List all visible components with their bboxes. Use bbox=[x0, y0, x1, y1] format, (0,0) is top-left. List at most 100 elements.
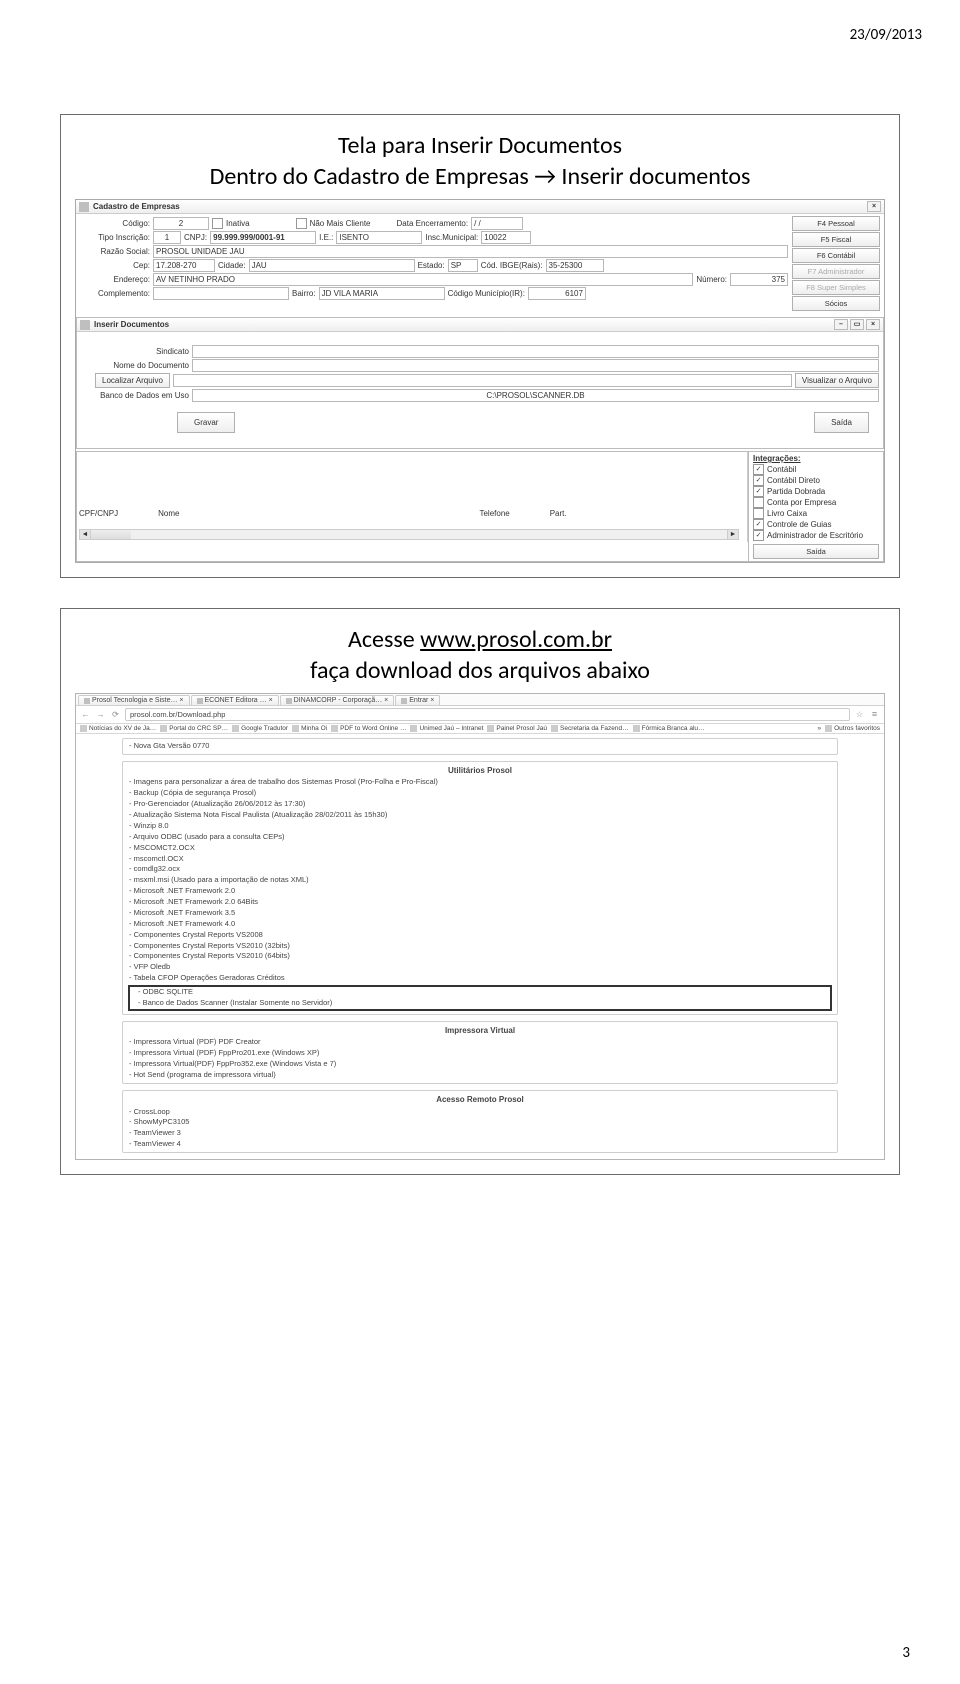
side-button[interactable]: Sócios bbox=[792, 296, 880, 311]
bookmark-item[interactable]: PDF to Word Online … bbox=[331, 725, 406, 732]
field-insc-mun[interactable]: 10022 bbox=[481, 231, 531, 244]
side-button[interactable]: F7 Administrador bbox=[792, 264, 880, 279]
visualizar-arquivo-button[interactable]: Visualizar o Arquivo bbox=[795, 373, 879, 388]
field-banco-uso[interactable]: C:\PROSOL\SCANNER.DB bbox=[192, 389, 879, 402]
field-sindicato[interactable] bbox=[192, 345, 879, 358]
field-codigo[interactable]: 2 bbox=[153, 217, 209, 230]
minimize-icon[interactable]: – bbox=[834, 319, 848, 330]
localizar-arquivo-button[interactable]: Localizar Arquivo bbox=[95, 373, 170, 388]
download-link[interactable]: - Imagens para personalizar a área de tr… bbox=[123, 777, 837, 788]
download-link[interactable]: - TeamViewer 3 bbox=[123, 1128, 837, 1139]
integr-checkbox[interactable]: ✓ bbox=[753, 464, 764, 475]
star-icon[interactable]: ☆ bbox=[854, 709, 865, 720]
other-bookmarks[interactable]: Outros favoritos bbox=[825, 725, 880, 732]
close-icon[interactable]: × bbox=[866, 319, 880, 330]
download-link[interactable]: - Nova Gta Versão 0770 bbox=[123, 741, 837, 752]
integr-checkbox[interactable] bbox=[753, 497, 764, 508]
saida-button[interactable]: Saída bbox=[814, 412, 869, 433]
field-ie[interactable]: ISENTO bbox=[336, 231, 422, 244]
download-link[interactable]: - Impressora Virtual (PDF) FppPro201.exe… bbox=[123, 1048, 837, 1059]
download-link[interactable]: - Pro-Gerenciador (Atualização 26/06/201… bbox=[123, 799, 837, 810]
download-link[interactable]: - ShowMyPC3105 bbox=[123, 1117, 837, 1128]
bookmark-item[interactable]: Google Tradutor bbox=[232, 725, 288, 732]
download-link[interactable]: - TeamViewer 4 bbox=[123, 1139, 837, 1150]
integr-checkbox[interactable] bbox=[753, 508, 764, 519]
integr-checkbox[interactable]: ✓ bbox=[753, 486, 764, 497]
integr-checkbox[interactable]: ✓ bbox=[753, 475, 764, 486]
bookmark-item[interactable]: Portal do CRC SP… bbox=[160, 725, 228, 732]
bookmark-item[interactable]: Painel Prosol Jaú bbox=[487, 725, 547, 732]
download-link[interactable]: - MSCOMCT2.OCX bbox=[123, 843, 837, 854]
field-complemento[interactable] bbox=[153, 287, 289, 300]
browser-tab[interactable]: Entrar × bbox=[395, 695, 440, 705]
scroll-right-icon[interactable]: ► bbox=[727, 530, 738, 539]
field-arquivo-path[interactable] bbox=[173, 374, 792, 387]
field-cep[interactable]: 17.208-270 bbox=[153, 259, 215, 272]
download-link[interactable]: - Winzip 8.0 bbox=[123, 821, 837, 832]
download-link[interactable]: - Impressora Virtual (PDF) PDF Creator bbox=[123, 1037, 837, 1048]
download-link[interactable]: - Componentes Crystal Reports VS2010 (32… bbox=[123, 941, 837, 952]
bookmark-item[interactable]: Unimed Jaú – Intranet bbox=[410, 725, 483, 732]
integr-checkbox[interactable]: ✓ bbox=[753, 519, 764, 530]
slide2-title-link[interactable]: www.prosol.com.br bbox=[420, 625, 612, 654]
bookmark-item[interactable]: Notícias do XV de Ja… bbox=[80, 725, 156, 732]
url-input[interactable]: prosol.com.br/Download.php bbox=[125, 708, 850, 721]
close-icon[interactable]: × bbox=[867, 201, 881, 212]
horizontal-scrollbar[interactable]: ◄ ► bbox=[79, 529, 739, 540]
download-link[interactable]: - Banco de Dados Scanner (Instalar Somen… bbox=[132, 998, 828, 1009]
maximize-icon[interactable]: ▭ bbox=[850, 319, 864, 330]
back-icon[interactable]: ← bbox=[80, 709, 91, 720]
field-bairro[interactable]: JD VILA MARIA bbox=[319, 287, 445, 300]
side-button[interactable]: F6 Contábil bbox=[792, 248, 880, 263]
bookmark-overflow[interactable]: » bbox=[817, 725, 821, 732]
download-link[interactable]: - Componentes Crystal Reports VS2008 bbox=[123, 930, 837, 941]
reload-icon[interactable]: ⟳ bbox=[110, 709, 121, 720]
browser-tab[interactable]: DINAMCORP - Corporaçã… × bbox=[280, 695, 395, 705]
bookmark-item[interactable]: Minha Oi bbox=[292, 725, 327, 732]
side-button[interactable]: F4 Pessoal bbox=[792, 216, 880, 231]
download-link[interactable]: - mscomctl.OCX bbox=[123, 854, 837, 865]
field-cod-mun-ir[interactable]: 6107 bbox=[528, 287, 586, 300]
scroll-thumb[interactable] bbox=[91, 530, 131, 539]
download-link[interactable]: - ODBC SQLITE bbox=[132, 987, 828, 998]
browser-tab[interactable]: Prosol Tecnologia e Siste… × bbox=[78, 695, 190, 705]
integr-checkbox[interactable]: ✓ bbox=[753, 530, 764, 541]
download-link[interactable]: - VFP Oledb bbox=[123, 962, 837, 973]
menu-icon[interactable]: ≡ bbox=[869, 709, 880, 720]
side-button[interactable]: F8 Super Simples bbox=[792, 280, 880, 295]
field-cod-ibge[interactable]: 35-25300 bbox=[546, 259, 604, 272]
download-link[interactable]: - msxml.msi (Usado para a importação de … bbox=[123, 875, 837, 886]
field-estado[interactable]: SP bbox=[448, 259, 478, 272]
download-link[interactable]: - Arquivo ODBC (usado para a consulta CE… bbox=[123, 832, 837, 843]
browser-tab[interactable]: ECONET Editora … × bbox=[191, 695, 279, 705]
download-link[interactable]: - Atualização Sistema Nota Fiscal Paulis… bbox=[123, 810, 837, 821]
field-tipo-inscr[interactable]: 1 bbox=[153, 231, 181, 244]
download-link[interactable]: - comdlg32.ocx bbox=[123, 864, 837, 875]
download-link[interactable]: - Hot Send (programa de impressora virtu… bbox=[123, 1070, 837, 1081]
download-link[interactable]: - CrossLoop bbox=[123, 1107, 837, 1118]
download-link[interactable]: - Microsoft .NET Framework 4.0 bbox=[123, 919, 837, 930]
download-link[interactable]: - Microsoft .NET Framework 3.5 bbox=[123, 908, 837, 919]
bookmark-item[interactable]: Fórmica Branca alu… bbox=[633, 725, 705, 732]
bookmark-item[interactable]: Secretaria da Fazend… bbox=[551, 725, 629, 732]
field-cidade[interactable]: JAU bbox=[249, 259, 415, 272]
download-link[interactable]: - Backup (Cópia de segurança Prosol) bbox=[123, 788, 837, 799]
download-link[interactable]: - Impressora Virtual(PDF) FppPro352.exe … bbox=[123, 1059, 837, 1070]
field-razao[interactable]: PROSOL UNIDADE JAU bbox=[153, 245, 788, 258]
download-link[interactable]: - Microsoft .NET Framework 2.0 bbox=[123, 886, 837, 897]
download-link[interactable]: - Tabela CFOP Operações Geradoras Crédit… bbox=[123, 973, 837, 984]
field-nome-doc[interactable] bbox=[192, 359, 879, 372]
forward-icon[interactable]: → bbox=[95, 709, 106, 720]
scroll-left-icon[interactable]: ◄ bbox=[80, 530, 91, 539]
field-endereco[interactable]: AV NETINHO PRADO bbox=[153, 273, 693, 286]
checkbox-nao-mais-cliente[interactable] bbox=[296, 218, 307, 229]
field-data-enc[interactable]: / / bbox=[471, 217, 523, 230]
field-numero[interactable]: 375 bbox=[730, 273, 788, 286]
field-cnpj[interactable]: 99.999.999/0001-91 bbox=[210, 231, 316, 244]
download-link[interactable]: - Microsoft .NET Framework 2.0 64Bits bbox=[123, 897, 837, 908]
gravar-button[interactable]: Gravar bbox=[177, 412, 235, 433]
integracoes-saida-button[interactable]: Saída bbox=[753, 544, 879, 559]
download-link[interactable]: - Componentes Crystal Reports VS2010 (64… bbox=[123, 951, 837, 962]
checkbox-inativa[interactable] bbox=[212, 218, 223, 229]
side-button[interactable]: F5 Fiscal bbox=[792, 232, 880, 247]
